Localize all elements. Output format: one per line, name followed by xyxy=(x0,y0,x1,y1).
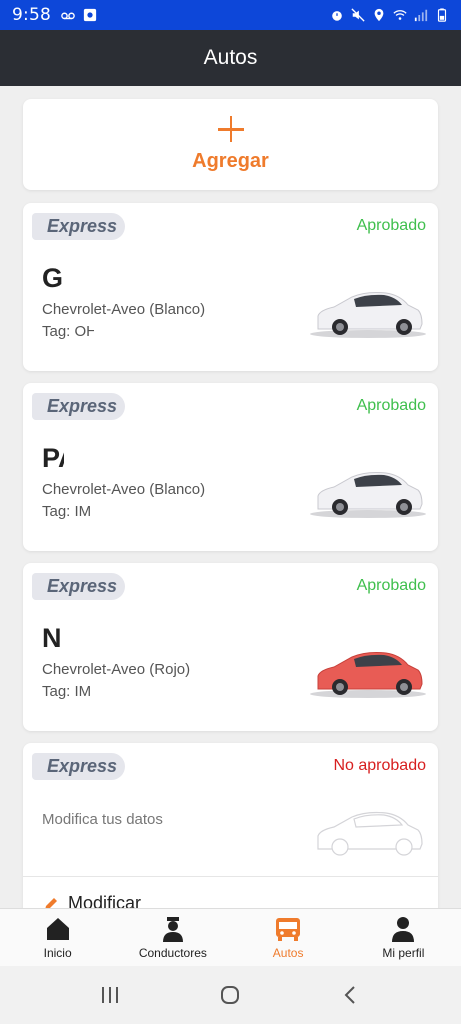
driver-icon xyxy=(162,917,183,942)
status-label: No aprobado xyxy=(333,757,426,774)
location-icon xyxy=(374,8,384,22)
car-outline-icon xyxy=(317,811,423,856)
car-plate: PA xyxy=(42,443,64,473)
car-card[interactable]: Express Aprobado PA Chevrolet-Aveo (Blan… xyxy=(23,383,438,551)
car-icon xyxy=(310,652,426,698)
car-tag: Tag: IM xyxy=(42,683,92,700)
status-time: 9:58 xyxy=(12,5,51,25)
bus-icon xyxy=(276,918,301,941)
car-model: Chevrolet-Aveo (Blanco) xyxy=(42,301,206,318)
service-badge: Express xyxy=(32,753,125,780)
nav-label: Mi perfil xyxy=(382,946,425,960)
car-plate: N xyxy=(42,623,62,653)
car-tag: Tag: IM xyxy=(42,503,92,520)
voicemail-icon xyxy=(61,12,75,20)
divider xyxy=(23,876,438,877)
modify-button[interactable]: Modificar xyxy=(42,893,141,908)
car-card[interactable]: Express Aprobado N Chevrolet-Aveo (Rojo)… xyxy=(23,563,438,731)
notification-icon xyxy=(83,8,97,22)
car-model: Chevrolet-Aveo (Rojo) xyxy=(42,661,191,678)
nav-label: Inicio xyxy=(43,946,72,960)
bottom-nav: Inicio Conductores Autos Mi perfil xyxy=(0,908,461,966)
car-list[interactable]: Agregar Express Aprobado G Chevrolet-Ave… xyxy=(0,86,461,908)
service-badge: Express xyxy=(32,573,125,600)
mute-icon xyxy=(351,8,365,22)
pending-car-card[interactable]: Express No aprobado Modifica tus datos M… xyxy=(23,743,438,908)
status-bar: 9:58 xyxy=(0,0,461,30)
service-badge: Express xyxy=(32,213,125,240)
status-label: Aprobado xyxy=(356,577,426,594)
car-model: Chevrolet-Aveo (Blanco) xyxy=(42,481,206,498)
service-badge: Express xyxy=(32,393,125,420)
status-label: Aprobado xyxy=(356,217,426,234)
car-icon xyxy=(310,472,426,518)
pencil-icon xyxy=(45,897,57,908)
wifi-icon xyxy=(393,10,407,20)
car-tag: Tag: OH xyxy=(42,323,94,340)
add-car-label: Agregar xyxy=(192,150,269,172)
home-button-icon[interactable] xyxy=(218,983,242,1007)
alarm-icon xyxy=(332,11,342,21)
nav-inicio[interactable]: Inicio xyxy=(0,909,115,966)
signal-icon xyxy=(414,9,428,22)
back-icon[interactable] xyxy=(339,983,363,1007)
nav-autos[interactable]: Autos xyxy=(231,909,346,966)
nav-conductores[interactable]: Conductores xyxy=(115,909,230,966)
page-title: Autos xyxy=(203,46,258,69)
add-car-button[interactable]: Agregar xyxy=(23,99,438,190)
plus-icon xyxy=(217,116,244,142)
status-label: Aprobado xyxy=(356,397,426,414)
nav-label: Autos xyxy=(272,946,304,960)
person-icon xyxy=(392,917,415,942)
hint-text: Modifica tus datos xyxy=(42,811,163,828)
car-plate: G xyxy=(42,263,64,293)
modify-label: Modificar xyxy=(68,893,142,908)
nav-label: Conductores xyxy=(138,946,207,960)
battery-icon xyxy=(437,8,447,22)
recent-apps-icon[interactable] xyxy=(98,983,122,1007)
home-icon xyxy=(46,918,69,940)
nav-mi-perfil[interactable]: Mi perfil xyxy=(346,909,461,966)
app-bar: Autos xyxy=(0,30,461,86)
car-icon xyxy=(310,292,426,338)
car-card[interactable]: Express Aprobado G Chevrolet-Aveo (Blanc… xyxy=(23,203,438,371)
system-nav-bar xyxy=(0,966,461,1024)
